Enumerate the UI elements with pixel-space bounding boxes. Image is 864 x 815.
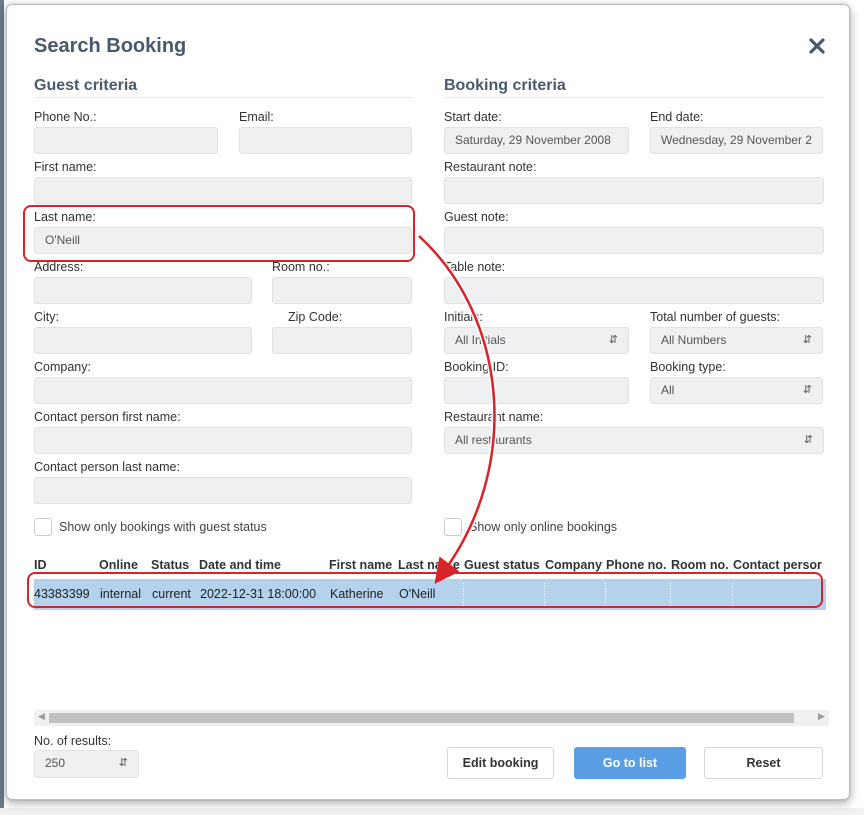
address-input[interactable]	[34, 277, 252, 304]
start-date-label: Start date:	[444, 110, 502, 124]
scrollbar-thumb[interactable]	[49, 713, 794, 723]
online-checkbox[interactable]	[444, 518, 462, 536]
guest-status-checkbox-label[interactable]: Show only bookings with guest status	[59, 520, 267, 534]
email-input[interactable]	[239, 127, 412, 154]
column-header-first-name[interactable]: First name	[329, 558, 392, 572]
scroll-left-icon[interactable]: ◀	[38, 711, 45, 722]
restaurant-note-input[interactable]	[444, 177, 824, 204]
booking-type-label: Booking type:	[650, 360, 726, 374]
guest-status-checkbox[interactable]	[34, 518, 52, 536]
email-label: Email:	[239, 110, 274, 124]
select-arrows-icon: ⇵	[118, 757, 128, 769]
select-arrows-icon: ⇵	[802, 384, 812, 396]
background-strip	[0, 808, 864, 815]
booking-criteria-title: Booking criteria	[444, 77, 566, 94]
end-date-input[interactable]: Wednesday, 29 November 2	[650, 127, 823, 154]
contact-first-label: Contact person first name:	[34, 410, 181, 424]
restaurant-note-label: Restaurant note:	[444, 160, 537, 174]
results-count-label: No. of results:	[34, 734, 112, 748]
search-booking-dialog: Search Booking Guest criteria Phone No.:…	[6, 4, 850, 800]
total-guests-select-value: All Numbers	[661, 333, 727, 347]
first-name-label: First name:	[34, 160, 97, 174]
contact-last-input[interactable]	[34, 477, 412, 504]
close-icon[interactable]	[808, 37, 826, 55]
booking-criteria-rule	[444, 97, 824, 98]
company-label: Company:	[34, 360, 91, 374]
initials-label: Initials:	[444, 310, 483, 324]
room-input[interactable]	[272, 277, 412, 304]
column-header-contact[interactable]: Contact persor	[733, 558, 822, 572]
zip-input[interactable]	[272, 327, 412, 354]
city-input[interactable]	[34, 327, 252, 354]
phone-input[interactable]	[34, 127, 218, 154]
results-count-value: 250	[45, 756, 66, 770]
column-header-company[interactable]: Company	[545, 558, 602, 572]
initials-select-value: All Initials	[455, 333, 506, 347]
company-input[interactable]	[34, 377, 412, 404]
column-header-phone[interactable]: Phone no.	[606, 558, 666, 572]
edit-booking-button[interactable]: Edit booking	[447, 747, 554, 779]
column-header-room[interactable]: Room no.	[671, 558, 729, 572]
results-count-select[interactable]: 250 ⇵	[34, 750, 139, 778]
city-label: City:	[34, 310, 59, 324]
start-date-input[interactable]: Saturday, 29 November 2008	[444, 127, 629, 154]
select-arrows-icon: ⇵	[802, 334, 812, 346]
table-note-input[interactable]	[444, 277, 824, 304]
go-to-list-button[interactable]: Go to list	[574, 747, 686, 779]
restaurant-name-select[interactable]: All restaurants ⇵	[444, 427, 824, 454]
guest-criteria-title: Guest criteria	[34, 77, 138, 94]
zip-label: Zip Code:	[288, 310, 343, 324]
reset-button[interactable]: Reset	[704, 747, 823, 779]
restaurant-name-select-value: All restaurants	[455, 433, 532, 447]
booking-type-select[interactable]: All ⇵	[650, 377, 823, 404]
booking-id-label: Booking ID:	[444, 360, 509, 374]
scroll-right-icon[interactable]: ▶	[818, 711, 825, 722]
result-row-highlight	[27, 572, 823, 608]
column-header-date[interactable]: Date and time	[199, 558, 281, 572]
column-header-last-name[interactable]: Last name	[398, 558, 460, 572]
phone-label: Phone No.:	[34, 110, 97, 124]
table-horizontal-scrollbar[interactable]: ◀ ▶	[34, 710, 829, 726]
room-label: Room no.:	[272, 260, 330, 274]
online-checkbox-label[interactable]: Show only online bookings	[469, 520, 617, 534]
initials-select[interactable]: All Initials ⇵	[444, 327, 629, 354]
guest-note-label: Guest note:	[444, 210, 509, 224]
booking-type-select-value: All	[661, 383, 675, 397]
contact-last-label: Contact person last name:	[34, 460, 180, 474]
end-date-label: End date:	[650, 110, 704, 124]
column-header-id[interactable]: ID	[34, 558, 47, 572]
address-label: Address:	[34, 260, 84, 274]
last-name-highlight	[23, 205, 415, 262]
table-note-label: Table note:	[444, 260, 506, 274]
booking-id-input[interactable]	[444, 377, 629, 404]
total-guests-select[interactable]: All Numbers ⇵	[650, 327, 823, 354]
select-arrows-icon: ⇵	[803, 434, 813, 446]
contact-first-input[interactable]	[34, 427, 412, 454]
guest-note-input[interactable]	[444, 227, 824, 254]
column-header-online[interactable]: Online	[99, 558, 138, 572]
total-guests-label: Total number of guests:	[650, 310, 780, 324]
column-header-guest-status[interactable]: Guest status	[464, 558, 540, 572]
restaurant-name-label: Restaurant name:	[444, 410, 544, 424]
first-name-input[interactable]	[34, 177, 412, 204]
column-header-status[interactable]: Status	[151, 558, 189, 572]
background-window-edge	[0, 0, 4, 815]
guest-criteria-rule	[34, 97, 414, 98]
select-arrows-icon: ⇵	[608, 334, 618, 346]
dialog-title: Search Booking	[34, 35, 187, 57]
